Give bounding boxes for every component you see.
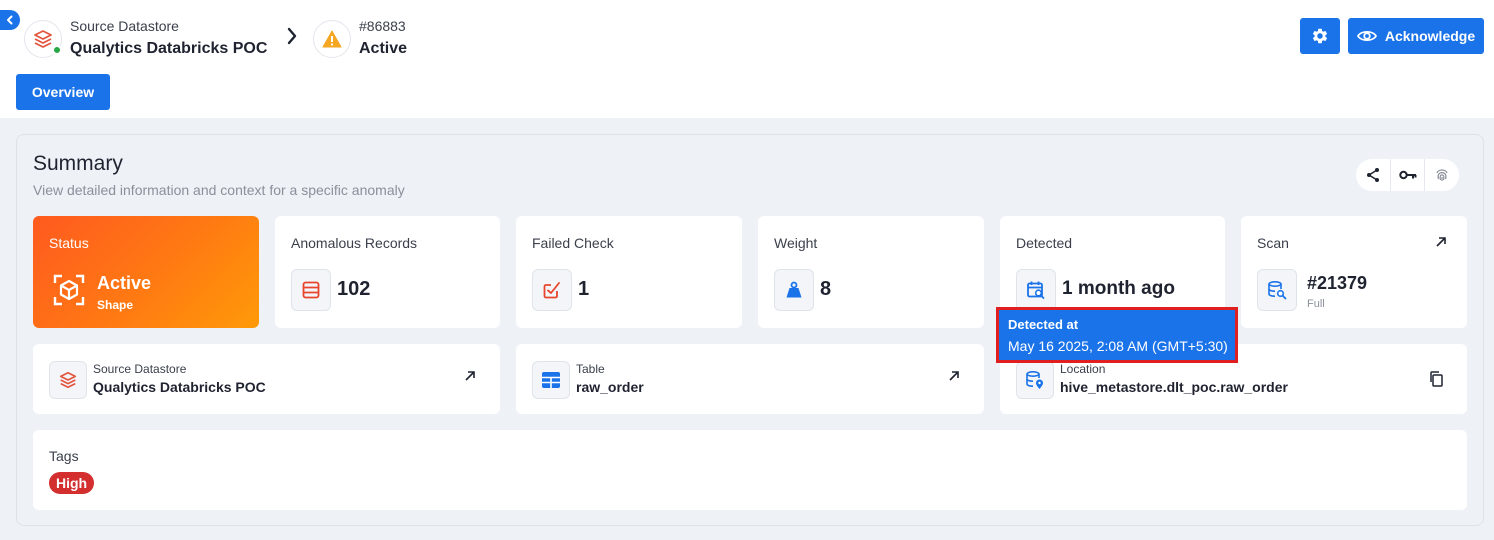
- online-status-dot: [52, 45, 62, 55]
- summary-title: Summary: [33, 152, 123, 175]
- weight-icon: [786, 281, 802, 298]
- datastore-detail-card: Source Datastore Qualytics Databricks PO…: [33, 344, 500, 414]
- database-pin-icon: [1026, 370, 1043, 389]
- acknowledge-button[interactable]: Acknowledge: [1348, 18, 1484, 54]
- location-detail-value: hive_metastore.dlt_poc.raw_order: [1060, 379, 1288, 395]
- eye-icon: [1356, 30, 1377, 42]
- chevron-right-icon: [287, 27, 297, 45]
- detected-at-tooltip: Detected at May 16 2025, 2:08 AM (GMT+5:…: [996, 307, 1238, 363]
- anomaly-status: Active: [359, 40, 408, 57]
- share-button[interactable]: [1356, 159, 1390, 191]
- arrow-up-right-icon[interactable]: [464, 370, 476, 382]
- scan-label: Scan: [1257, 235, 1289, 251]
- table-detail-value: raw_order: [576, 379, 644, 395]
- datastore-icon-box: [49, 361, 87, 399]
- status-value: Active: [97, 273, 152, 293]
- table-detail-label: Table: [576, 362, 605, 376]
- check-square-icon: [543, 282, 560, 299]
- tag-high[interactable]: High: [49, 472, 95, 494]
- arrow-up-right-icon[interactable]: [948, 370, 960, 382]
- failed-check-icon-box[interactable]: [532, 269, 572, 311]
- tooltip-title: Detected at: [1008, 317, 1079, 332]
- detected-value: 1 month ago: [1062, 278, 1175, 299]
- failed-check-label: Failed Check: [532, 235, 614, 251]
- records-icon-box: [291, 269, 331, 311]
- weight-icon-box: [774, 269, 814, 311]
- summary-subtitle: View detailed information and context fo…: [33, 182, 405, 198]
- arrow-up-right-icon[interactable]: [1435, 236, 1447, 248]
- anomalous-records-label: Anomalous Records: [291, 235, 418, 251]
- datastore-name: Qualytics Databricks POC: [70, 40, 268, 57]
- scan-type: Full: [1307, 298, 1325, 310]
- scan-icon-box: [1257, 269, 1297, 311]
- datastore-detail-value: Qualytics Databricks POC: [93, 379, 266, 395]
- anomalous-records-value: 102: [337, 278, 371, 300]
- detected-icon-box: [1016, 269, 1056, 311]
- fingerprint-icon: [1435, 169, 1448, 181]
- status-type: Shape: [97, 298, 134, 312]
- sidebar-collapse-button[interactable]: [0, 10, 20, 30]
- database-search-icon: [1268, 280, 1287, 300]
- detected-label: Detected: [1016, 235, 1073, 251]
- gear-icon: [1312, 28, 1328, 44]
- scan-tile: Scan #21379 Full: [1241, 216, 1467, 328]
- databricks-icon: [34, 30, 52, 48]
- tooltip-value: May 16 2025, 2:08 AM (GMT+5:30): [1008, 338, 1228, 354]
- status-tile: Status Active Shape: [33, 216, 259, 328]
- key-button[interactable]: [1390, 159, 1424, 191]
- anomaly-avatar: [313, 20, 351, 58]
- weight-value: 8: [820, 278, 832, 300]
- warning-icon: [322, 30, 342, 48]
- scan-value[interactable]: #21379: [1307, 273, 1367, 294]
- chevron-left-icon: [7, 15, 13, 25]
- calendar-search-icon: [1027, 281, 1045, 299]
- summary-action-group: [1356, 159, 1459, 191]
- table-icon-box: [532, 361, 570, 399]
- failed-check-tile: Failed Check 1: [516, 216, 742, 328]
- location-detail-label: Location: [1060, 362, 1106, 376]
- tab-overview[interactable]: Overview: [16, 74, 110, 110]
- anomaly-id: #86883: [359, 18, 406, 34]
- datastore-caption: Source Datastore: [70, 18, 179, 34]
- list-icon: [302, 281, 320, 299]
- key-icon: [1398, 170, 1416, 180]
- datastore-avatar: [24, 20, 62, 58]
- tags-label: Tags: [49, 448, 79, 464]
- breadcrumb-anomaly: #86883 Active: [313, 18, 407, 60]
- acknowledge-label: Acknowledge: [1384, 28, 1476, 44]
- shape-anomaly-icon: [53, 274, 85, 306]
- weight-tile: Weight 8: [758, 216, 984, 328]
- settings-button[interactable]: [1300, 18, 1340, 54]
- fingerprint-button[interactable]: [1424, 159, 1458, 191]
- location-icon-box: [1016, 361, 1054, 399]
- weight-label: Weight: [774, 235, 818, 251]
- breadcrumb-datastore[interactable]: Source Datastore Qualytics Databricks PO…: [24, 18, 267, 60]
- datastore-detail-label: Source Datastore: [93, 362, 187, 376]
- table-detail-card: Table raw_order: [516, 344, 984, 414]
- table-icon: [542, 372, 560, 388]
- share-icon: [1367, 168, 1379, 182]
- databricks-icon: [59, 371, 77, 389]
- status-tile-label: Status: [49, 235, 89, 251]
- failed-check-value: 1: [578, 278, 590, 300]
- copy-icon[interactable]: [1429, 371, 1443, 387]
- anomalous-records-tile: Anomalous Records 102: [275, 216, 500, 328]
- tags-card: Tags High: [33, 430, 1467, 510]
